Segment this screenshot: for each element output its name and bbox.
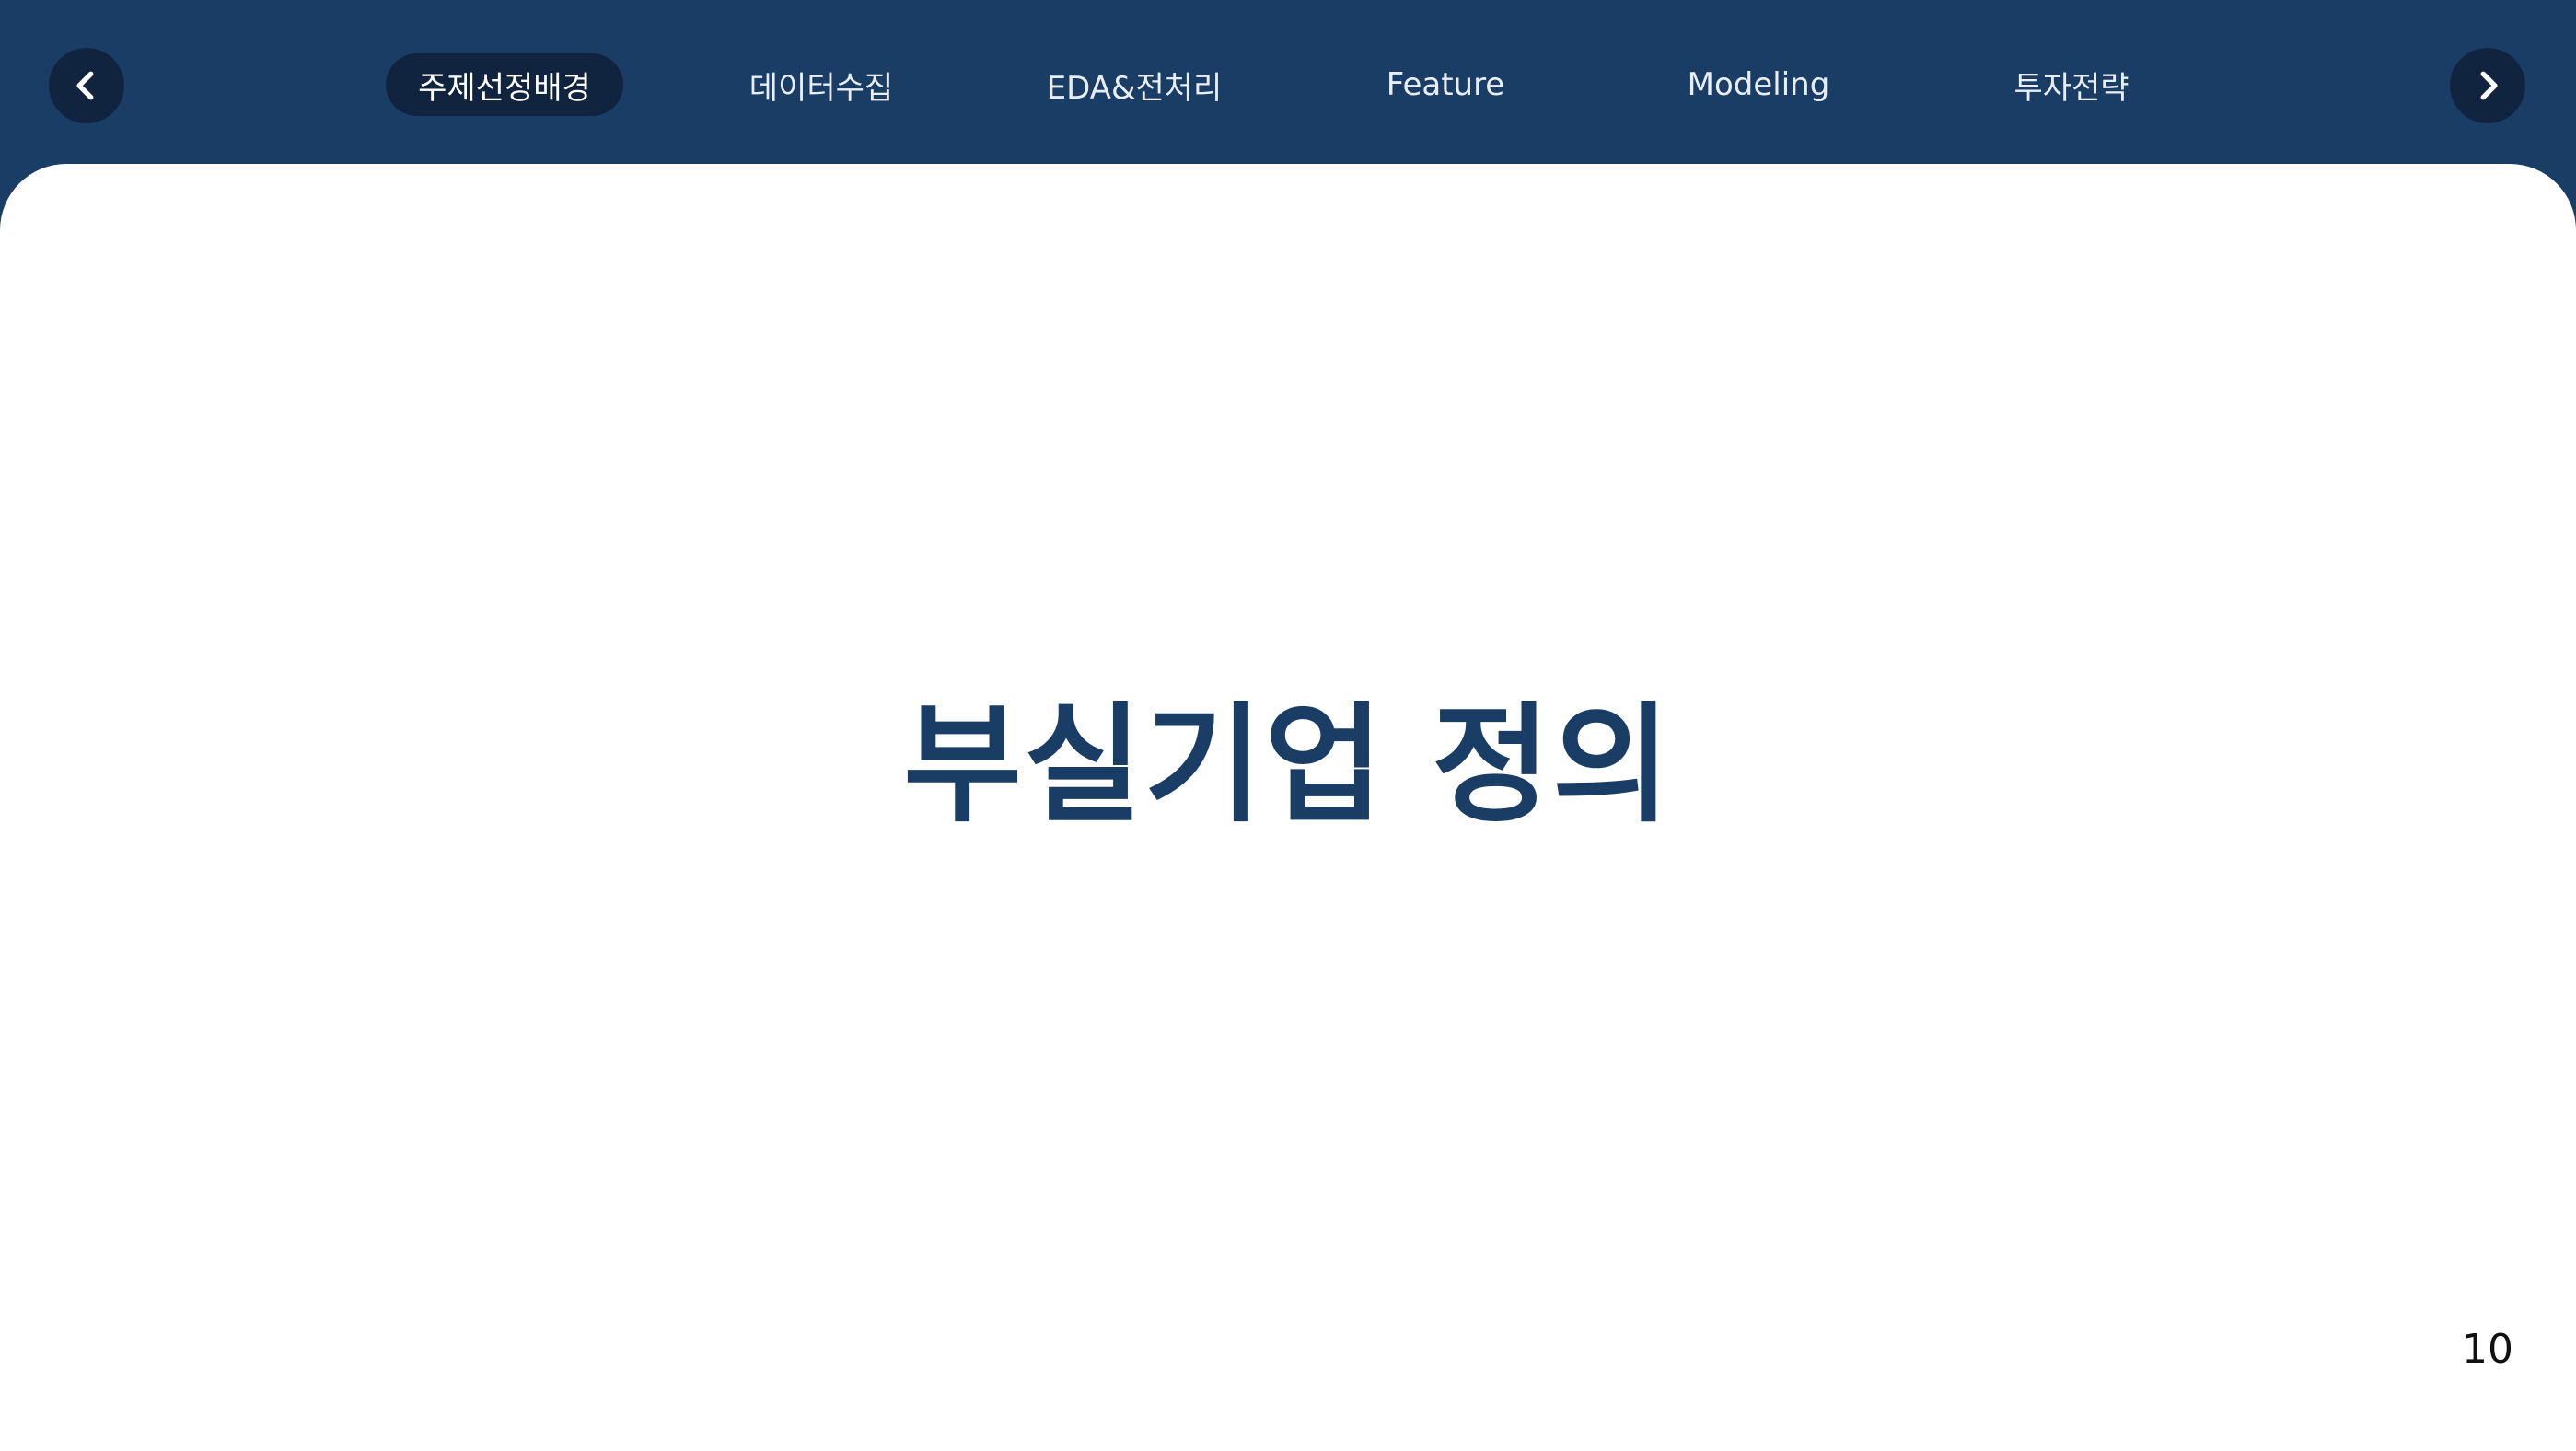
slide-title: 부실기업 정의 <box>903 691 1673 841</box>
previous-slide-button[interactable] <box>49 48 124 123</box>
top-navigation-bar: 주제선정배경 데이터수집 EDA&전처리 Feature Modeling 투자… <box>0 0 2576 166</box>
slide-content-area: 부실기업 정의 <box>0 164 2576 1451</box>
chevron-right-icon <box>2480 71 2498 100</box>
tab-topic-background[interactable]: 주제선정배경 <box>386 53 623 116</box>
chevron-left-icon <box>76 71 94 100</box>
tab-modeling[interactable]: Modeling <box>1657 53 1860 116</box>
tab-data-collection[interactable]: 데이터수집 <box>718 53 924 116</box>
tab-feature[interactable]: Feature <box>1344 53 1547 116</box>
next-slide-button[interactable] <box>2450 48 2525 123</box>
tab-investment-strategy[interactable]: 투자전략 <box>1970 53 2173 116</box>
page-number: 10 <box>2462 1326 2513 1373</box>
tab-eda-preprocessing[interactable]: EDA&전처리 <box>1031 53 1237 116</box>
